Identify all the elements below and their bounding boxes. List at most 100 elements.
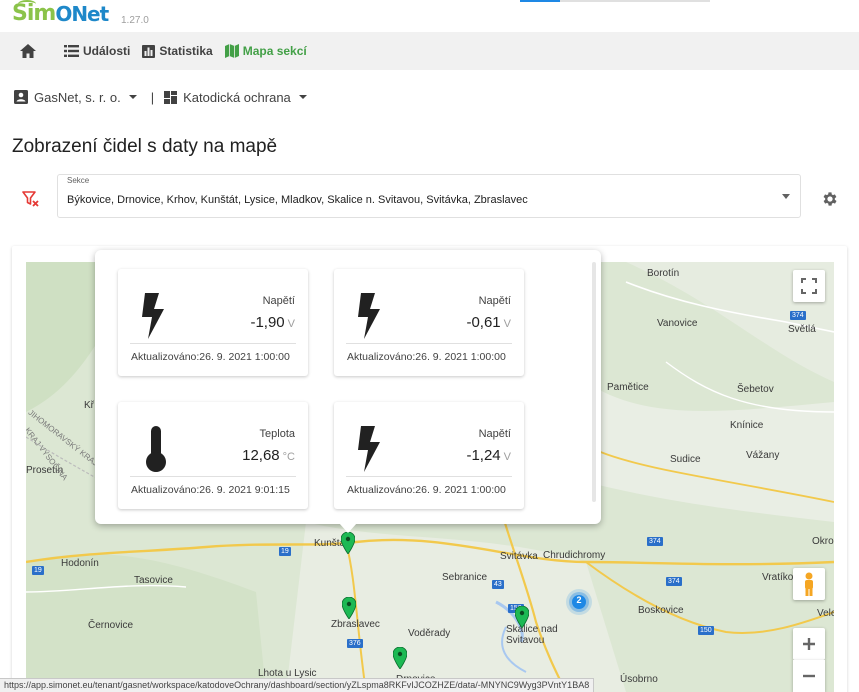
road-number: 374	[790, 311, 806, 320]
sensor-value: -0,61 V	[466, 314, 511, 331]
nav-statistika-label: Statistika	[159, 44, 213, 58]
dropdown-arrow-icon	[782, 194, 790, 199]
cluster-count: 2	[576, 595, 582, 605]
nav-udalosti-label: Události	[83, 44, 131, 58]
context-separator: |	[150, 89, 155, 105]
context-selector-row: GasNet, s. r. o. | Katodická ochrana	[14, 86, 307, 108]
map-place-label: Svitávka	[500, 551, 538, 562]
map-place-label: Voděrady	[408, 628, 451, 639]
card-divider	[130, 343, 296, 344]
map-place-label: Vanovice	[657, 318, 698, 329]
map-place-label: Černovice	[88, 620, 134, 631]
sensor-name: Napětí	[262, 295, 295, 307]
card-divider	[346, 343, 512, 344]
nav-statistika[interactable]: Statistika	[136, 32, 218, 70]
logo-text-right: ONet	[55, 2, 109, 26]
plus-icon	[803, 638, 815, 650]
marker-cluster[interactable]: 2	[565, 588, 593, 616]
road-number: 150	[698, 626, 714, 635]
map-place-label: Zbraslavec	[331, 619, 380, 630]
sensor-value: -1,90 V	[250, 314, 295, 331]
road-number: 374	[666, 577, 682, 586]
map-place-label: Knínice	[730, 420, 764, 431]
gear-icon[interactable]	[821, 190, 839, 208]
road-number: 374	[647, 537, 663, 546]
zoom-in-button[interactable]	[793, 628, 825, 660]
sensor-card: Teplota 12,68 °C Aktualizováno:26. 9. 202…	[118, 402, 308, 509]
sensor-name: Napětí	[478, 428, 511, 440]
sensor-name: Teplota	[259, 428, 295, 440]
card-divider	[130, 476, 296, 477]
road-number: 43	[492, 580, 504, 589]
map-place-label: Okrouh	[812, 536, 834, 547]
map-place-label: Sudice	[670, 454, 701, 465]
map-place-label: Velen	[817, 608, 834, 619]
module-dropdown[interactable]: Katodická ochrana	[164, 90, 307, 105]
simonet-logo[interactable]: Sim ONet	[12, 0, 109, 26]
section-select-label: Sekce	[67, 176, 90, 185]
thermometer-icon	[146, 426, 166, 472]
popup-scrollbar[interactable]	[592, 262, 596, 502]
fullscreen-button[interactable]	[793, 270, 825, 302]
company-name: GasNet, s. r. o.	[34, 89, 121, 105]
filter-clear-icon[interactable]	[22, 190, 40, 208]
signal-wave-icon	[18, 0, 36, 8]
sensor-unit: V	[503, 318, 511, 330]
bolt-icon	[142, 293, 164, 339]
browser-status-url: https://app.simonet.eu/tenant/gasnet/wor…	[0, 678, 595, 692]
list-icon	[64, 45, 79, 57]
pegman-icon	[805, 572, 813, 596]
sensor-updated: Aktualizováno:26. 9. 2021 1:00:00	[131, 351, 290, 363]
bolt-icon	[358, 426, 380, 472]
map-place-label: Borotín	[647, 268, 680, 279]
sensor-updated: Aktualizováno:26. 9. 2021 1:00:00	[347, 484, 506, 496]
section-select-value: Býkovice, Drnovice, Krhov, Kunštát, Lysi…	[67, 194, 528, 206]
sensor-value-number: -1,90	[250, 314, 285, 331]
road-number: 19	[32, 566, 44, 575]
sensor-updated: Aktualizováno:26. 9. 2021 1:00:00	[347, 351, 506, 363]
map-place-label: Úsobrno	[620, 674, 658, 685]
sensor-name: Napětí	[478, 295, 511, 307]
sensor-marker[interactable]	[515, 606, 529, 628]
page-title: Zobrazení čidel s daty na mapě	[12, 136, 278, 157]
map-place-label: Hodonín	[61, 558, 99, 569]
sensor-unit: V	[503, 451, 511, 463]
sensor-marker[interactable]	[341, 532, 355, 554]
nav-udalosti[interactable]: Události	[58, 32, 136, 70]
sensor-card: Napětí -1,24 V Aktualizováno:26. 9. 2021 …	[334, 402, 524, 509]
card-divider	[346, 476, 512, 477]
map-place-label: Boskovice	[638, 605, 684, 616]
sensor-updated: Aktualizováno:26. 9. 2021 9:01:15	[131, 484, 290, 496]
nav-home[interactable]	[14, 32, 42, 70]
minus-icon	[803, 674, 815, 678]
street-view-pegman[interactable]	[793, 568, 825, 600]
section-select[interactable]: Sekce Býkovice, Drnovice, Krhov, Kunštát…	[57, 174, 801, 218]
app-version: 1.27.0	[121, 15, 149, 26]
chevron-down-icon	[298, 95, 307, 99]
sensor-marker[interactable]	[393, 647, 407, 669]
sensor-card: Napětí -1,90 V Aktualizováno:26. 9. 2021 …	[118, 269, 308, 376]
dashboard-icon	[164, 90, 178, 104]
sensor-value: 12,68 °C	[242, 447, 295, 464]
sensor-unit: °C	[282, 451, 295, 463]
map-place-label: Pamětice	[607, 382, 649, 393]
sensor-value-number: -1,24	[466, 447, 501, 464]
map-place-label: Světlá	[788, 324, 816, 335]
nav-mapa-sekci-label: Mapa sekcí	[242, 44, 307, 58]
map-place-label: Tasovice	[134, 575, 173, 586]
chevron-down-icon	[128, 95, 137, 99]
road-number: 19	[279, 547, 291, 556]
road-number: 376	[347, 639, 363, 648]
sensor-value-number: 12,68	[242, 447, 280, 464]
zoom-out-button[interactable]	[793, 660, 825, 692]
company-dropdown[interactable]: GasNet, s. r. o.	[14, 90, 137, 105]
nav-mapa-sekci[interactable]: Mapa sekcí	[219, 32, 313, 70]
main-navigation: Události Statistika Mapa sekcí	[0, 32, 859, 70]
app-header: Sim ONet 1.27.0	[0, 0, 859, 32]
module-name: Katodická ochrana	[183, 89, 291, 105]
sensor-card: Napětí -0,61 V Aktualizováno:26. 9. 2021 …	[334, 269, 524, 376]
sensor-marker[interactable]	[342, 597, 356, 619]
map-place-label: Šebetov	[737, 384, 774, 395]
sensor-value-number: -0,61	[466, 314, 501, 331]
bar-chart-icon	[142, 44, 156, 58]
